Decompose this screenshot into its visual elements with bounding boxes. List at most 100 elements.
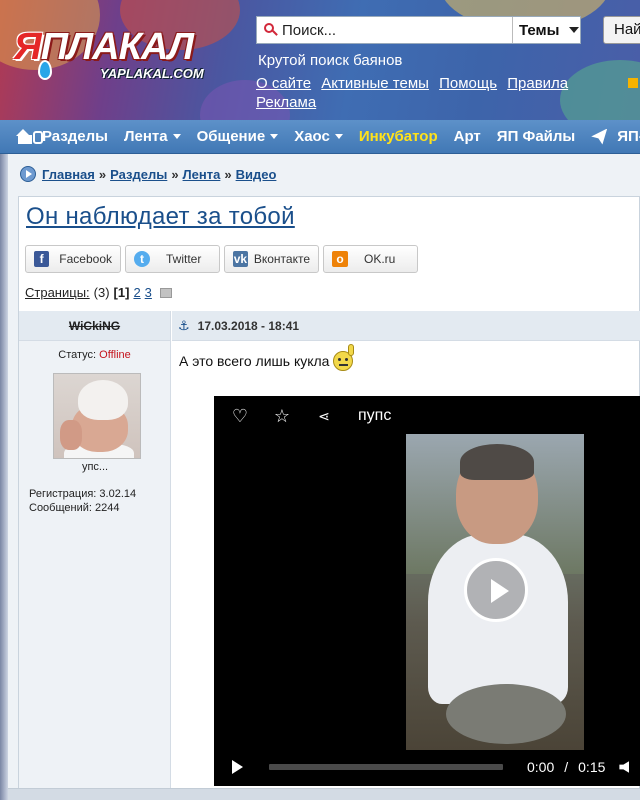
top-link[interactable]: Помощь xyxy=(439,75,497,92)
chevron-down-icon xyxy=(172,134,181,139)
post-header: ⚓ 17.03.2018 - 18:41 xyxy=(172,311,640,341)
breadcrumb-separator: » xyxy=(224,166,232,182)
post-datetime: 17.03.2018 - 18:41 xyxy=(197,318,300,333)
author-stats: Регистрация: 3.02.14 Сообщений: 2244 xyxy=(29,487,136,515)
nav-item-label: Разделы xyxy=(42,128,108,145)
twitter-icon: t xyxy=(134,251,150,267)
nav-item[interactable]: Общение xyxy=(189,128,287,145)
search-scope-select[interactable]: Темы xyxy=(512,17,580,43)
video-progress-bar[interactable] xyxy=(269,764,503,770)
breadcrumb-link[interactable]: Видео xyxy=(236,167,277,182)
nav-item-label: Лента xyxy=(124,128,168,145)
share-label: Twitter xyxy=(166,252,202,266)
chevron-down-icon xyxy=(270,134,279,139)
author-status: Статус: Offline xyxy=(19,349,170,361)
breadcrumb-links: Главная» Разделы» Лента» Видео xyxy=(42,167,276,182)
facebook-icon: f xyxy=(34,251,50,267)
page-link[interactable]: 3 xyxy=(145,285,152,300)
nav-item[interactable]: ЯП- xyxy=(609,128,640,145)
top-link[interactable]: Реклама xyxy=(256,94,316,111)
nav-item-label: Инкубатор xyxy=(358,128,438,145)
author-name[interactable]: WiCkiNG xyxy=(19,311,170,341)
video-controls: 0:00 / 0:15 xyxy=(214,748,640,786)
nav-items: Разделы Лента Общение Хаос Инкубатор Арт ЯП Фа… xyxy=(34,128,640,145)
breadcrumb-separator: » xyxy=(98,166,107,182)
share-twitter-button[interactable]: t Twitter xyxy=(125,245,220,273)
share-label: Facebook xyxy=(59,252,112,266)
post-body: А это всего лишь кукла xyxy=(179,344,355,371)
pagination: Страницы: (3) [1] 2 3 xyxy=(25,285,172,300)
status-value: Offline xyxy=(99,349,131,361)
share-label: OK.ru xyxy=(364,252,396,266)
site-logo[interactable]: ЯПЛАКАЛ YAPLAKAL.COM xyxy=(14,26,240,88)
top-links: О сайте Активные темы Помощь Правила Рек… xyxy=(256,74,636,112)
nav-item-label: Арт xyxy=(453,128,481,145)
nav-item-label: Общение xyxy=(196,128,266,145)
message-count: Сообщений: 2244 xyxy=(29,502,120,514)
vk-icon: vk xyxy=(233,251,248,267)
search-input[interactable] xyxy=(282,21,512,39)
arrow-circle-icon xyxy=(20,166,36,182)
pages-label[interactable]: Страницы: xyxy=(25,285,90,300)
play-icon[interactable] xyxy=(232,760,243,774)
search-button[interactable]: Най xyxy=(603,16,640,44)
anchor-icon[interactable]: ⚓ xyxy=(178,318,190,334)
search-icon xyxy=(264,23,278,37)
logo-subtitle: YAPLAKAL.COM xyxy=(100,66,204,81)
video-player[interactable]: ♡ ☆ ⋖ пупс 0:00 / 0:15 xyxy=(214,396,640,786)
share-facebook-button[interactable]: f Facebook xyxy=(25,245,121,273)
main-nav: Разделы Лента Общение Хаос Инкубатор Арт ЯП Фа… xyxy=(0,120,640,154)
page-link[interactable]: 2 xyxy=(133,285,140,300)
tear-drop-icon xyxy=(38,60,52,80)
nav-item-label: Хаос xyxy=(294,128,330,145)
top-link[interactable]: Активные темы xyxy=(321,75,429,92)
star-icon[interactable]: ☆ xyxy=(272,406,292,426)
volume-icon[interactable] xyxy=(619,761,630,773)
current-page: [1] xyxy=(113,285,130,300)
search-bar: Темы xyxy=(256,16,581,44)
heart-icon[interactable]: ♡ xyxy=(230,406,250,426)
nav-item[interactable]: Арт xyxy=(446,128,489,145)
video-time: 0:00 / 0:15 xyxy=(527,759,605,775)
breadcrumb-link[interactable]: Разделы xyxy=(110,167,167,182)
nav-item[interactable]: ЯП Файлы xyxy=(489,128,583,145)
site-header: ЯПЛАКАЛ YAPLAKAL.COM Темы Най Крутой пои… xyxy=(0,0,640,120)
odnoklassniki-icon: о xyxy=(332,251,348,267)
share-icon[interactable]: ⋖ xyxy=(314,406,334,426)
nav-item[interactable]: Инкубатор xyxy=(351,128,446,145)
nav-item[interactable]: Разделы xyxy=(34,128,116,145)
avatar[interactable] xyxy=(53,373,141,459)
current-time: 0:00 xyxy=(527,759,555,775)
status-label: Статус: xyxy=(58,349,97,361)
nav-item[interactable]: Хаос xyxy=(286,128,351,145)
topic-title[interactable]: Он наблюдает за тобой xyxy=(26,203,295,231)
post-text: А это всего лишь кукла xyxy=(179,353,330,369)
top-link[interactable]: Правила xyxy=(507,75,568,92)
rss-icon[interactable] xyxy=(628,78,638,88)
left-edge xyxy=(0,154,8,800)
telegram-icon[interactable] xyxy=(591,128,608,145)
breadcrumb-link[interactable]: Лента xyxy=(183,167,221,182)
share-ok-button[interactable]: о OK.ru xyxy=(323,245,418,273)
video-title: пупс xyxy=(358,407,392,424)
breadcrumb: Главная» Разделы» Лента» Видео xyxy=(20,166,276,182)
share-buttons: f Facebook t Twitter vk Вконтакте о OK.r… xyxy=(25,245,418,273)
time-separator: / xyxy=(564,759,569,775)
top-link[interactable]: О сайте xyxy=(256,75,311,92)
author-column: WiCkiNG Статус: Offline упс... Регистрац… xyxy=(19,311,171,800)
chevron-down-icon xyxy=(569,27,580,33)
nav-item[interactable]: Лента xyxy=(116,128,189,145)
video-top-bar: ♡ ☆ ⋖ пупс xyxy=(214,396,640,436)
breadcrumb-link[interactable]: Главная xyxy=(42,167,95,182)
envelope-icon[interactable] xyxy=(159,287,172,298)
post-footer xyxy=(8,788,640,800)
play-button[interactable] xyxy=(464,558,528,622)
search-scope-value: Темы xyxy=(519,21,560,39)
smiley-icon xyxy=(333,344,355,371)
nav-item-label: ЯП Файлы xyxy=(496,128,576,145)
breadcrumb-separator: » xyxy=(171,166,179,182)
share-vk-button[interactable]: vk Вконтакте xyxy=(224,245,319,273)
tagline: Крутой поиск баянов xyxy=(258,52,403,69)
chevron-down-icon xyxy=(334,134,343,139)
pages-count: (3) xyxy=(93,285,110,300)
